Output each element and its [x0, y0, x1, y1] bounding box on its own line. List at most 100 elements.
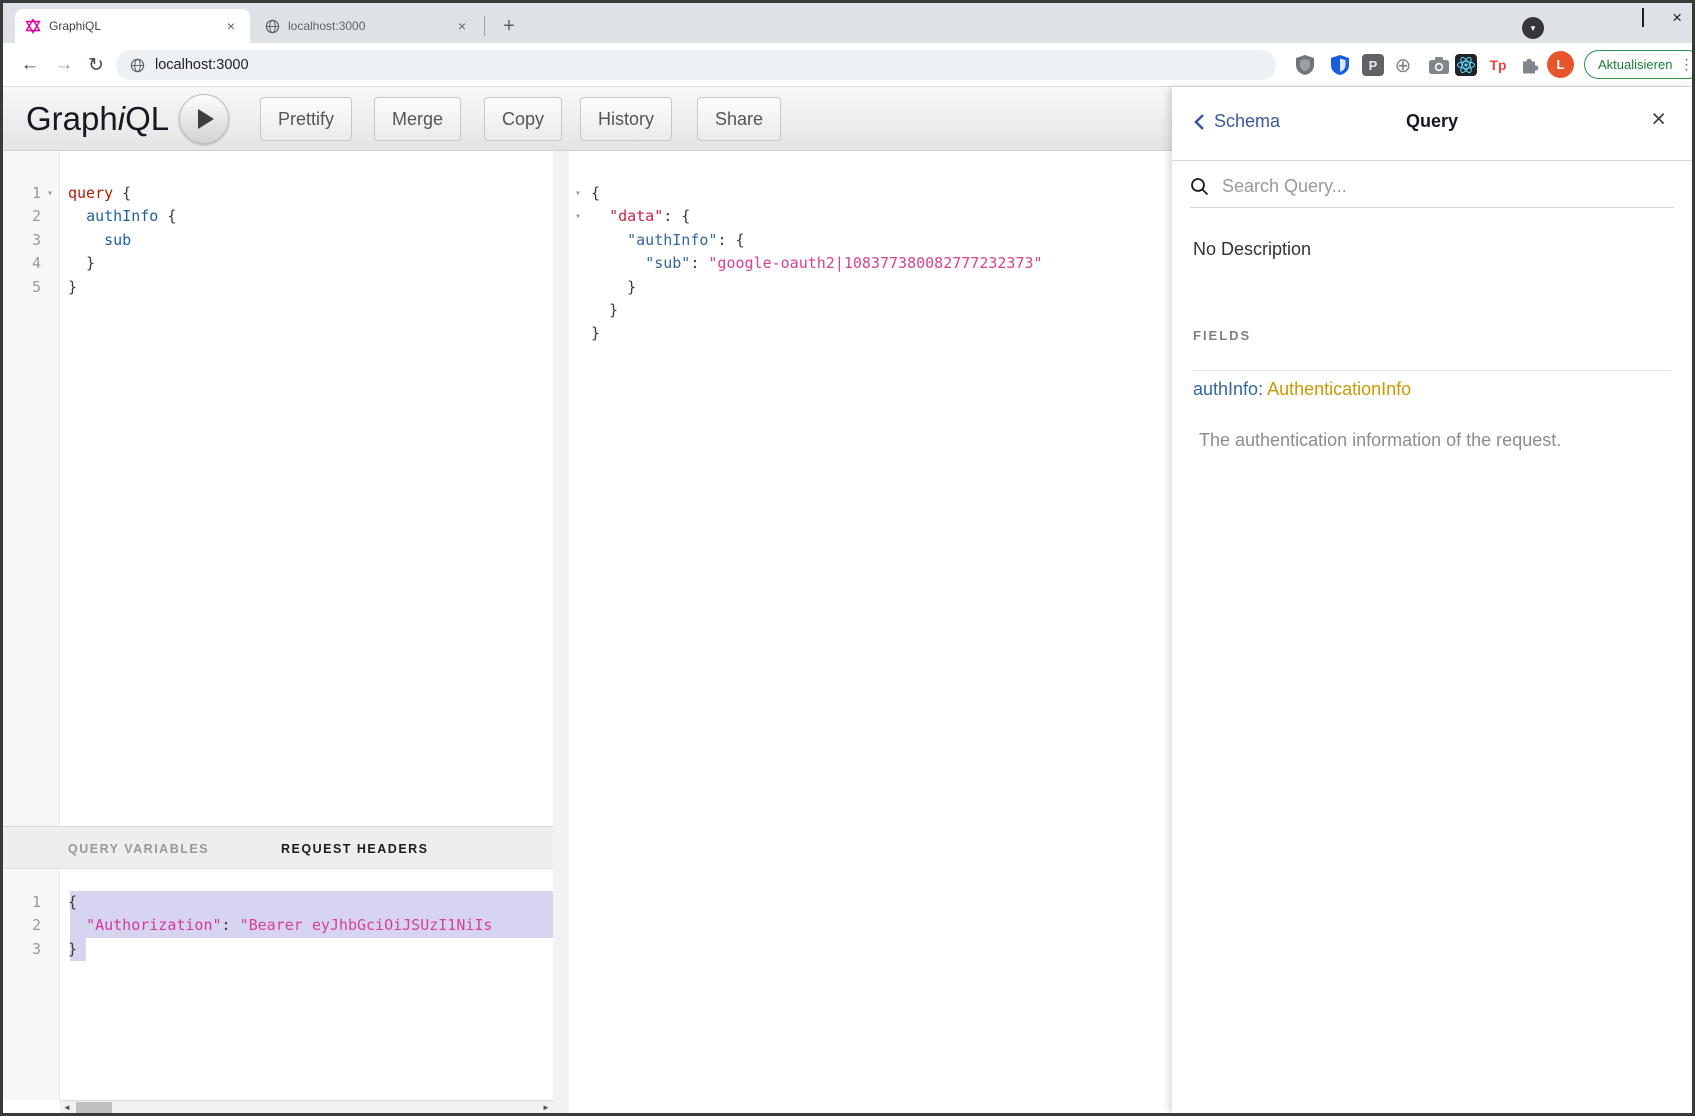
- request-headers-editor[interactable]: 123 { "Authorization": "Bearer eyJhbGciO…: [3, 869, 553, 1100]
- result-code: { "data": { "authInfo": { "sub": "google…: [589, 151, 1172, 1113]
- code-line[interactable]: {: [68, 891, 553, 914]
- bitwarden-extension-icon[interactable]: [1328, 53, 1352, 77]
- result-fold-gutter: ▾▾: [569, 151, 589, 1113]
- share-button[interactable]: Share: [697, 97, 781, 141]
- doc-search-input[interactable]: Search Query...: [1190, 166, 1674, 208]
- query-editor-code[interactable]: query { authInfo { sub }}: [61, 151, 553, 826]
- fold-arrow-icon: [41, 252, 59, 275]
- new-tab-button[interactable]: +: [495, 12, 523, 40]
- search-placeholder: Search Query...: [1222, 176, 1347, 197]
- pane-divider[interactable]: [553, 151, 569, 1113]
- fold-arrow-icon: [41, 891, 59, 914]
- tab-separator: [484, 16, 485, 36]
- doc-explorer: Schema Query × Search Query... No Descri…: [1172, 87, 1692, 1113]
- back-button[interactable]: ←: [17, 52, 43, 78]
- graphiql-app: GraphiQL Prettify Merge Copy History Sha…: [3, 87, 1692, 1113]
- field-name-link[interactable]: authInfo: [1193, 379, 1258, 399]
- reload-button[interactable]: ↻: [83, 52, 109, 78]
- tab-request-headers[interactable]: REQUEST HEADERS: [281, 827, 429, 870]
- maximize-icon: [1642, 8, 1644, 27]
- line-number: 2: [3, 914, 41, 937]
- tab-query-variables[interactable]: QUERY VARIABLES: [68, 827, 209, 870]
- address-bar[interactable]: localhost:3000: [116, 50, 1276, 80]
- browser-window: GraphiQL × localhost:3000 × + ▾ × ← →: [0, 0, 1695, 1116]
- p-extension-icon[interactable]: P: [1362, 54, 1384, 76]
- code-line[interactable]: }: [68, 276, 553, 299]
- fold-arrow-icon: [41, 914, 59, 937]
- tab-close-icon[interactable]: ×: [222, 17, 240, 35]
- line-number: 2: [3, 205, 41, 228]
- doc-title: Query: [1172, 111, 1692, 132]
- forward-button[interactable]: →: [51, 52, 77, 78]
- update-button-label: Aktualisieren: [1598, 57, 1672, 72]
- fold-arrow-icon: [41, 205, 59, 228]
- scroll-right-arrow-icon[interactable]: ►: [539, 1101, 553, 1114]
- code-line[interactable]: authInfo {: [68, 205, 553, 228]
- code-line: "sub": "google-oauth2|108377380082777232…: [591, 252, 1172, 275]
- doc-close-button[interactable]: ×: [1651, 107, 1666, 132]
- close-window-button[interactable]: ×: [1672, 9, 1682, 28]
- browser-menu-dots-icon[interactable]: ⋮: [1679, 56, 1693, 73]
- fold-arrow-icon[interactable]: ▾: [569, 205, 587, 228]
- graphiql-favicon-icon: [25, 18, 41, 34]
- code-line[interactable]: }: [68, 938, 553, 961]
- maximize-button[interactable]: [1642, 9, 1644, 27]
- code-line: "data": {: [591, 205, 1172, 228]
- line-number: 5: [3, 276, 41, 299]
- ublock-extension-icon[interactable]: [1293, 53, 1317, 77]
- copy-button[interactable]: Copy: [484, 97, 562, 141]
- code-line: }: [591, 322, 1172, 345]
- doc-explorer-header: Schema Query ×: [1172, 87, 1692, 161]
- tab-close-icon[interactable]: ×: [453, 17, 471, 35]
- code-line[interactable]: query {: [68, 182, 553, 205]
- close-icon: ×: [1672, 8, 1682, 27]
- text-selection: [70, 891, 553, 914]
- query-editor-gutter: 1▾2345: [3, 151, 60, 826]
- site-info-globe-icon[interactable]: [130, 58, 145, 73]
- code-line: }: [591, 299, 1172, 322]
- history-button[interactable]: History: [580, 97, 672, 141]
- prettify-button[interactable]: Prettify: [260, 97, 352, 141]
- type-description: No Description: [1193, 239, 1311, 260]
- doc-field-entry: authInfo: AuthenticationInfo: [1193, 379, 1411, 400]
- code-line: "authInfo": {: [591, 229, 1172, 252]
- camera-extension-icon[interactable]: [1427, 53, 1451, 77]
- extensions-puzzle-icon[interactable]: [1517, 53, 1541, 77]
- fold-arrow-icon: [41, 229, 59, 252]
- tp-extension-icon[interactable]: Tp: [1486, 53, 1510, 77]
- scrollbar-thumb[interactable]: [76, 1102, 112, 1113]
- headers-editor-code[interactable]: { "Authorization": "Bearer eyJhbGciOiJSU…: [61, 869, 553, 1100]
- fold-arrow-icon[interactable]: ▾: [569, 182, 587, 205]
- code-line[interactable]: sub: [68, 229, 553, 252]
- url-text: localhost:3000: [155, 57, 249, 73]
- merge-button[interactable]: Merge: [374, 97, 461, 141]
- field-description: The authentication information of the re…: [1199, 430, 1561, 451]
- update-button[interactable]: Aktualisieren ⋮: [1584, 50, 1695, 79]
- scroll-left-arrow-icon[interactable]: ◄: [60, 1101, 74, 1114]
- execute-query-button[interactable]: [179, 94, 229, 144]
- react-devtools-extension-icon[interactable]: [1455, 54, 1477, 76]
- fold-arrow-icon: [41, 938, 59, 961]
- code-line: {: [591, 182, 1172, 205]
- code-line[interactable]: }: [68, 252, 553, 275]
- code-line[interactable]: "Authorization": "Bearer eyJhbGciOiJSUzI…: [68, 914, 553, 937]
- field-colon: :: [1258, 379, 1267, 399]
- fold-arrow-icon[interactable]: ▾: [41, 182, 59, 205]
- secondary-editor-tabbar: QUERY VARIABLES REQUEST HEADERS: [3, 826, 553, 869]
- headers-editor-gutter: 123: [3, 869, 60, 1100]
- code-line: }: [591, 276, 1172, 299]
- doc-category-divider: [1193, 370, 1671, 371]
- globe-icon: [265, 19, 280, 34]
- tab-graphiql[interactable]: GraphiQL ×: [15, 9, 250, 43]
- tab-localhost[interactable]: localhost:3000 ×: [255, 9, 481, 43]
- line-number: 4: [3, 252, 41, 275]
- line-number: 3: [3, 229, 41, 252]
- headers-horizontal-scrollbar[interactable]: ◄ ►: [60, 1100, 553, 1114]
- move-extension-icon[interactable]: ⊕: [1391, 53, 1415, 77]
- doc-category-title: FIELDS: [1193, 328, 1251, 343]
- tab-search-button[interactable]: ▾: [1522, 17, 1544, 39]
- profile-avatar[interactable]: L: [1547, 51, 1574, 78]
- field-type-link[interactable]: AuthenticationInfo: [1267, 379, 1411, 399]
- search-icon: [1190, 177, 1209, 196]
- query-editor[interactable]: 1▾2345 query { authInfo { sub }}: [3, 151, 553, 826]
